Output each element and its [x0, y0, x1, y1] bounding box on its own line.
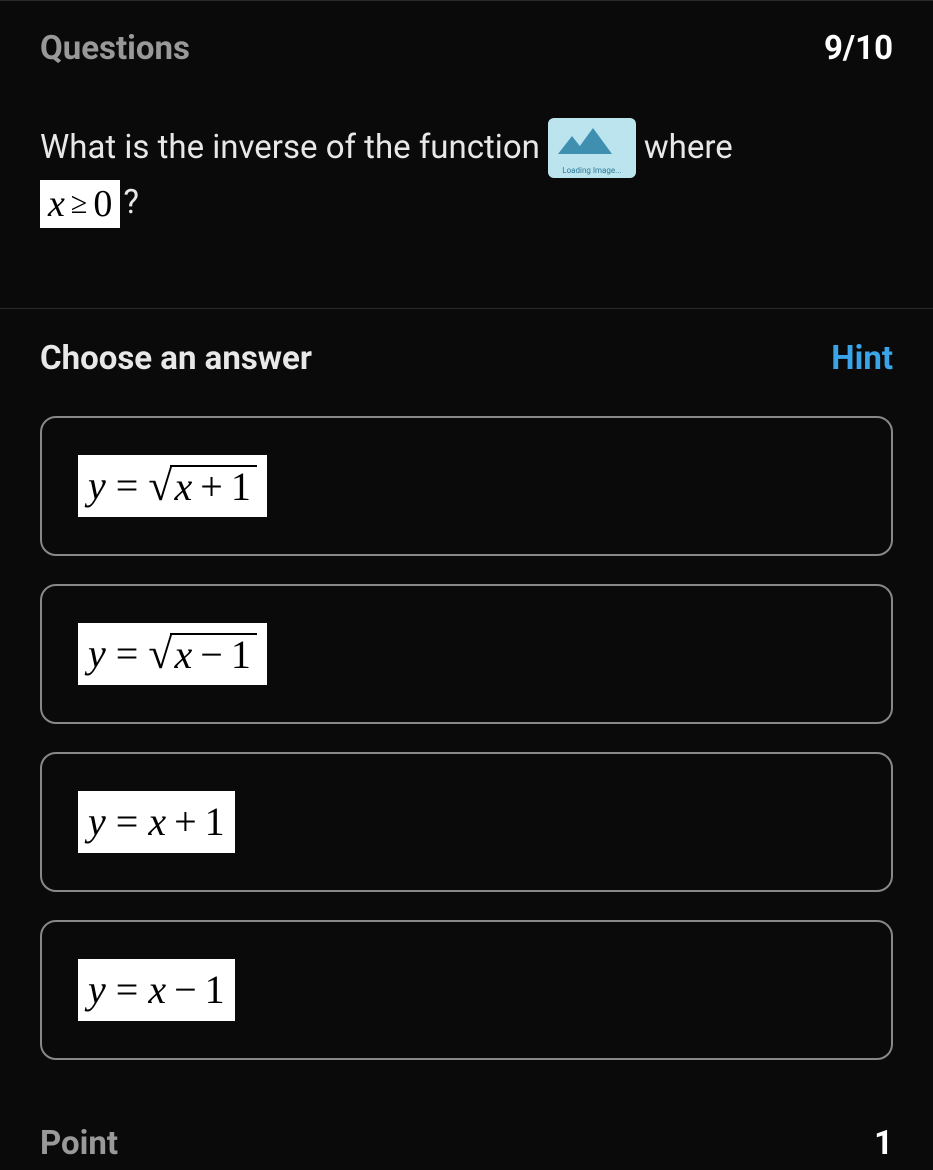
answer-option-4[interactable]: y=x−1	[40, 920, 893, 1060]
question-prefix: What is the inverse of the function	[40, 125, 540, 171]
answer-option-3[interactable]: y=x+1	[40, 752, 893, 892]
condition-math: x≥0	[40, 180, 120, 228]
point-label: Point	[40, 1124, 118, 1163]
question-text: What is the inverse of the function Load…	[0, 68, 933, 308]
choose-answer-label: Choose an answer	[40, 339, 312, 378]
point-value: 1	[874, 1124, 893, 1163]
questions-label: Questions	[40, 29, 190, 68]
point-section: Point 1	[0, 1088, 933, 1163]
answer-math-2: y= √x−1	[78, 623, 267, 685]
function-image-loading: Loading Image...	[548, 118, 636, 178]
answer-math-4: y=x−1	[78, 959, 235, 1021]
answer-option-2[interactable]: y= √x−1	[40, 584, 893, 724]
question-suffix: where	[644, 125, 733, 171]
question-progress: 9/10	[824, 29, 893, 68]
answer-math-3: y=x+1	[78, 791, 235, 853]
answer-math-1: y= √x+1	[78, 455, 267, 517]
answer-option-1[interactable]: y= √x+1	[40, 416, 893, 556]
loading-image-label: Loading Image...	[548, 165, 636, 176]
question-mark: ?	[123, 180, 139, 228]
header: Questions 9/10	[0, 1, 933, 68]
hint-button[interactable]: Hint	[831, 339, 893, 378]
